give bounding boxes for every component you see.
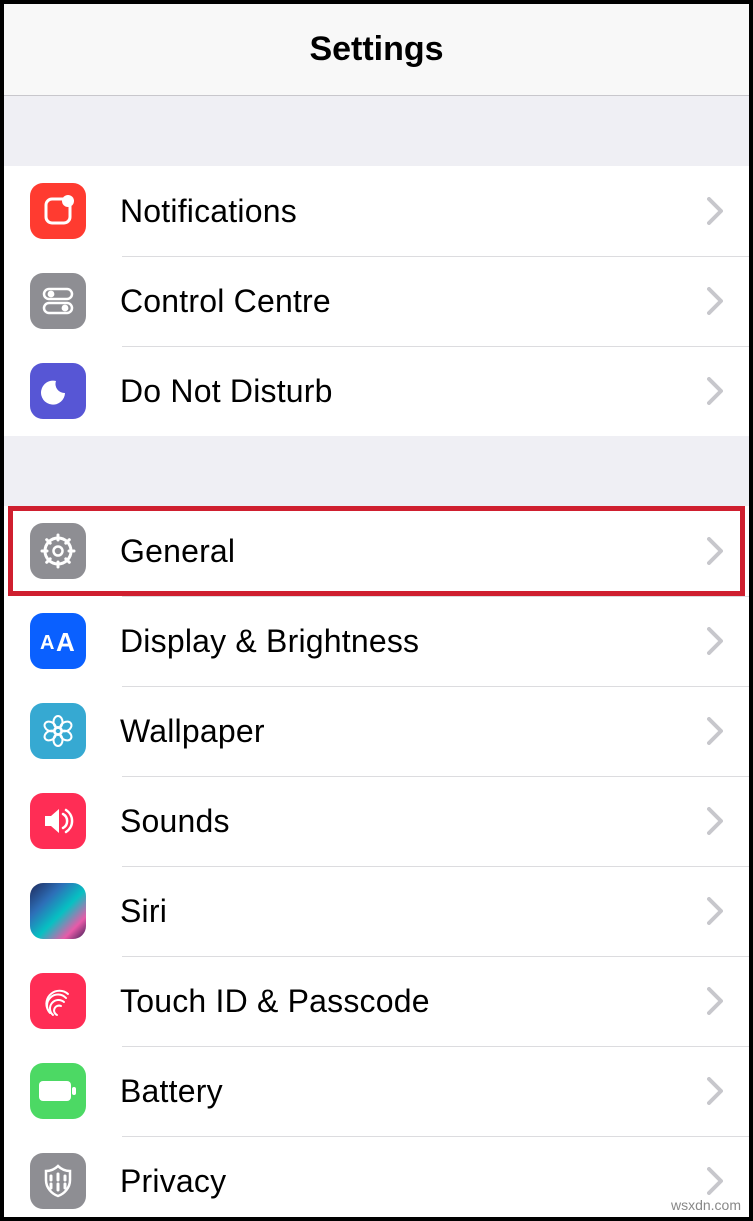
row-label: Notifications xyxy=(120,193,705,230)
row-label: General xyxy=(120,533,705,570)
chevron-right-icon xyxy=(705,534,725,568)
chevron-right-icon xyxy=(705,804,725,838)
svg-text:A: A xyxy=(40,632,54,654)
chevron-right-icon xyxy=(705,1164,725,1198)
settings-screen: Settings Notifications Control Centre xyxy=(0,0,753,1221)
notifications-icon xyxy=(30,183,86,239)
row-label: Privacy xyxy=(120,1163,705,1200)
watermark: wsxdn.com xyxy=(671,1197,741,1213)
chevron-right-icon xyxy=(705,1074,725,1108)
header: Settings xyxy=(4,4,749,96)
row-privacy[interactable]: Privacy xyxy=(4,1136,749,1221)
row-battery[interactable]: Battery xyxy=(4,1046,749,1136)
row-general[interactable]: General xyxy=(4,506,749,596)
siri-icon xyxy=(30,883,86,939)
chevron-right-icon xyxy=(705,284,725,318)
row-touch-id-passcode[interactable]: Touch ID & Passcode xyxy=(4,956,749,1046)
row-label: Touch ID & Passcode xyxy=(120,983,705,1020)
row-label: Display & Brightness xyxy=(120,623,705,660)
row-sounds[interactable]: Sounds xyxy=(4,776,749,866)
privacy-icon xyxy=(30,1153,86,1209)
sounds-icon xyxy=(30,793,86,849)
row-label: Sounds xyxy=(120,803,705,840)
row-display-brightness[interactable]: AA Display & Brightness xyxy=(4,596,749,686)
row-label: Control Centre xyxy=(120,283,705,320)
control-centre-icon xyxy=(30,273,86,329)
battery-icon xyxy=(30,1063,86,1119)
svg-text:A: A xyxy=(56,627,75,656)
touch-id-icon xyxy=(30,973,86,1029)
display-brightness-icon: AA xyxy=(30,613,86,669)
row-control-centre[interactable]: Control Centre xyxy=(4,256,749,346)
section-spacer xyxy=(4,436,749,506)
general-icon xyxy=(30,523,86,579)
chevron-right-icon xyxy=(705,624,725,658)
do-not-disturb-icon xyxy=(30,363,86,419)
settings-group-1: Notifications Control Centre Do Not Dist… xyxy=(4,166,749,436)
chevron-right-icon xyxy=(705,714,725,748)
row-label: Battery xyxy=(120,1073,705,1110)
row-do-not-disturb[interactable]: Do Not Disturb xyxy=(4,346,749,436)
row-label: Wallpaper xyxy=(120,713,705,750)
chevron-right-icon xyxy=(705,984,725,1018)
row-notifications[interactable]: Notifications xyxy=(4,166,749,256)
chevron-right-icon xyxy=(705,374,725,408)
settings-group-2: General AA Display & Brightness Wallp xyxy=(4,506,749,1221)
row-siri[interactable]: Siri xyxy=(4,866,749,956)
row-wallpaper[interactable]: Wallpaper xyxy=(4,686,749,776)
chevron-right-icon xyxy=(705,194,725,228)
section-spacer xyxy=(4,96,749,166)
wallpaper-icon xyxy=(30,703,86,759)
row-label: Siri xyxy=(120,893,705,930)
row-label: Do Not Disturb xyxy=(120,373,705,410)
chevron-right-icon xyxy=(705,894,725,928)
page-title: Settings xyxy=(309,30,443,69)
